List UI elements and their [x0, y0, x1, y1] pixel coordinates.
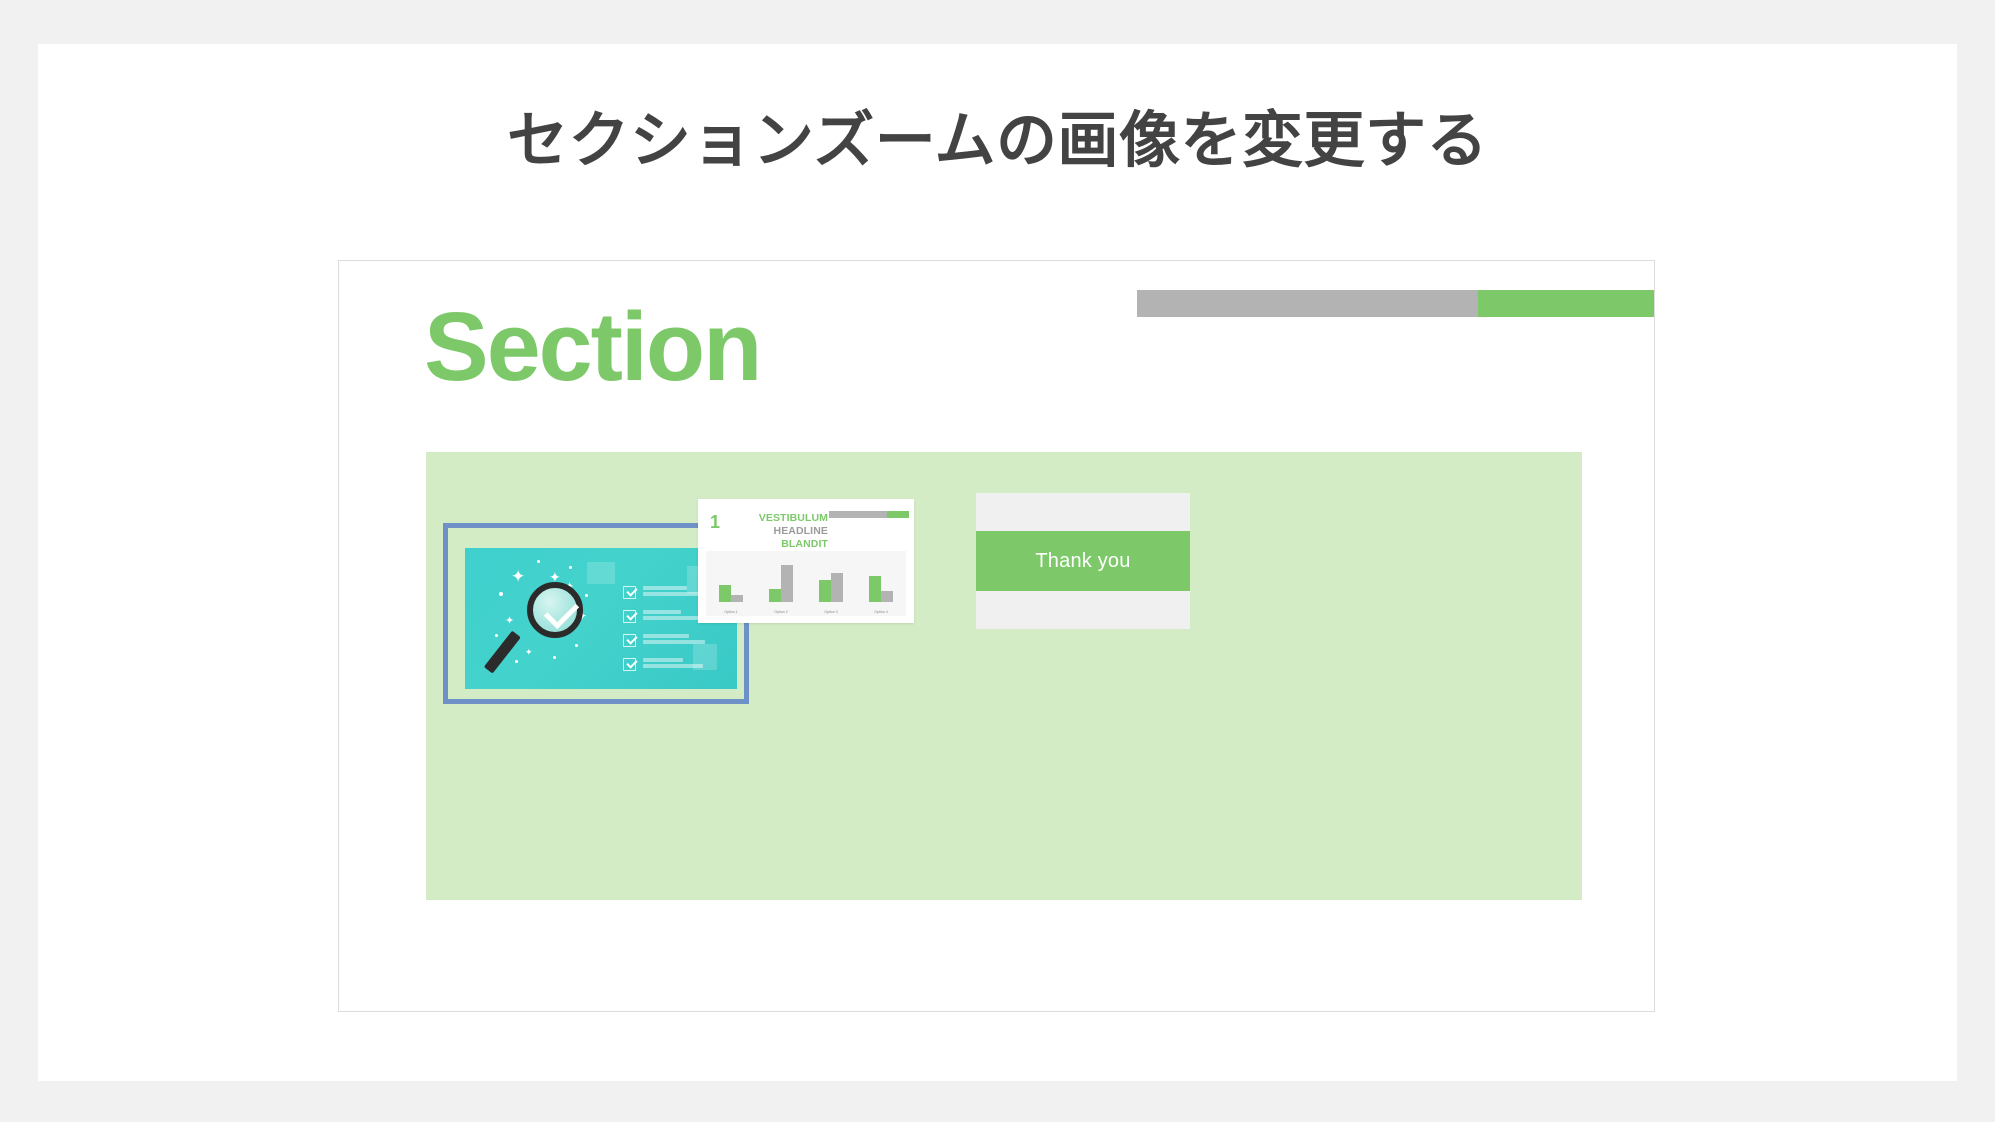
bar-category-label: Option 3 — [824, 610, 838, 614]
bar-gray — [781, 565, 793, 602]
top-strip — [976, 493, 1190, 531]
sparkle-dot-icon — [537, 560, 540, 563]
bar-group: Option 3 — [819, 557, 843, 614]
sparkle-icon: ✦ — [525, 647, 533, 657]
checkmark-icon — [543, 593, 580, 630]
checklist-line — [643, 658, 683, 662]
progress-bar-green-segment — [1478, 290, 1654, 317]
bar-green — [819, 579, 831, 602]
bar-gray — [831, 572, 843, 602]
chart-slide-heading: VESTIBULUM HEADLINE BLANDIT — [724, 512, 828, 550]
sparkle-dot-icon — [515, 660, 518, 663]
thumbnail-thank-you[interactable]: Thank you — [976, 493, 1190, 629]
sparkle-dot-icon — [553, 656, 556, 659]
page-title: セクションズームの画像を変更する — [507, 106, 1488, 174]
heading-line-1: VESTIBULUM — [758, 512, 828, 524]
checkbox-icon — [623, 657, 638, 671]
slide-number: 1 — [710, 512, 721, 532]
bar-gray — [881, 591, 893, 602]
checklist-line — [643, 634, 689, 638]
magnifier-handle-icon — [483, 630, 521, 674]
sparkle-dot-icon — [585, 594, 588, 597]
heading-line-2: HEADLINE — [773, 524, 828, 537]
slide-preview-frame[interactable]: Section ✦ ✦ ✦ ✦ 1 VESTIBULUM HEADLINE BL… — [338, 260, 1655, 1012]
checkbox-icon — [623, 609, 638, 623]
page-card: セクションズームの画像を変更する Section ✦ ✦ ✦ ✦ 1 VESTI… — [38, 44, 1957, 1081]
bar-category-label: Option 2 — [774, 610, 788, 614]
background-card-decor — [587, 562, 615, 584]
heading-line-3: BLANDIT — [781, 537, 828, 550]
checklist-line — [643, 592, 705, 596]
slide-progress-bar — [1137, 290, 1654, 317]
checklist-line — [643, 640, 705, 644]
thumbnail-vestibulum-chart[interactable]: 1 VESTIBULUM HEADLINE BLANDIT Option 1 O… — [698, 499, 914, 623]
thumbnail-progress-bar — [829, 511, 909, 518]
thumbnail-row: ✦ ✦ ✦ ✦ ✦ ✦ — [426, 452, 1582, 900]
bar-chart-plot-area: Option 1 Option 2 Option 3 Option 4 — [706, 557, 906, 614]
bar-category-label: Option 4 — [874, 610, 888, 614]
progress-gray-segment — [829, 511, 887, 518]
bar-category-label: Option 1 — [724, 610, 738, 614]
checkbox-icon — [623, 585, 638, 599]
checklist-line — [643, 610, 681, 614]
checkbox-icon — [623, 633, 638, 647]
magnifier-lens-icon — [527, 582, 583, 638]
sparkle-dot-icon — [569, 566, 572, 569]
slide-canvas: Section ✦ ✦ ✦ ✦ 1 VESTIBULUM HEADLINE BL… — [339, 261, 1654, 1011]
sparkle-icon: ✦ — [511, 567, 526, 586]
checklist-line — [643, 664, 703, 668]
sparkle-dot-icon — [575, 644, 578, 647]
progress-green-segment — [886, 511, 909, 518]
sparkle-dot-icon — [495, 634, 498, 637]
bar-group: Option 4 — [869, 557, 893, 614]
chart-slide-card: 1 VESTIBULUM HEADLINE BLANDIT Option 1 O… — [698, 499, 914, 623]
progress-bar-gray-segment — [1137, 290, 1479, 317]
bar-green — [719, 584, 731, 602]
bar-group: Option 2 — [769, 557, 793, 614]
zoom-section-panel: ✦ ✦ ✦ ✦ ✦ ✦ — [426, 452, 1582, 900]
bar-gray — [731, 595, 743, 602]
bar-green — [769, 589, 781, 602]
thank-you-text: Thank you — [1035, 550, 1131, 572]
bottom-strip — [976, 591, 1190, 629]
sparkle-icon: ✦ — [505, 615, 515, 627]
bar-group: Option 1 — [719, 557, 743, 614]
slide-title: Section — [424, 292, 762, 401]
sparkle-dot-icon — [499, 592, 503, 596]
checklist-line — [643, 616, 703, 620]
bar-green — [869, 576, 881, 602]
bar-chart: Option 1 Option 2 Option 3 Option 4 — [706, 551, 906, 616]
screenshot-root: セクションズームの画像を変更する Section ✦ ✦ ✦ ✦ 1 VESTI… — [0, 0, 1995, 1122]
magnifier-checklist-image: ✦ ✦ ✦ ✦ ✦ ✦ — [465, 548, 737, 689]
checklist-line — [643, 586, 687, 590]
thank-you-band: Thank you — [976, 531, 1190, 591]
